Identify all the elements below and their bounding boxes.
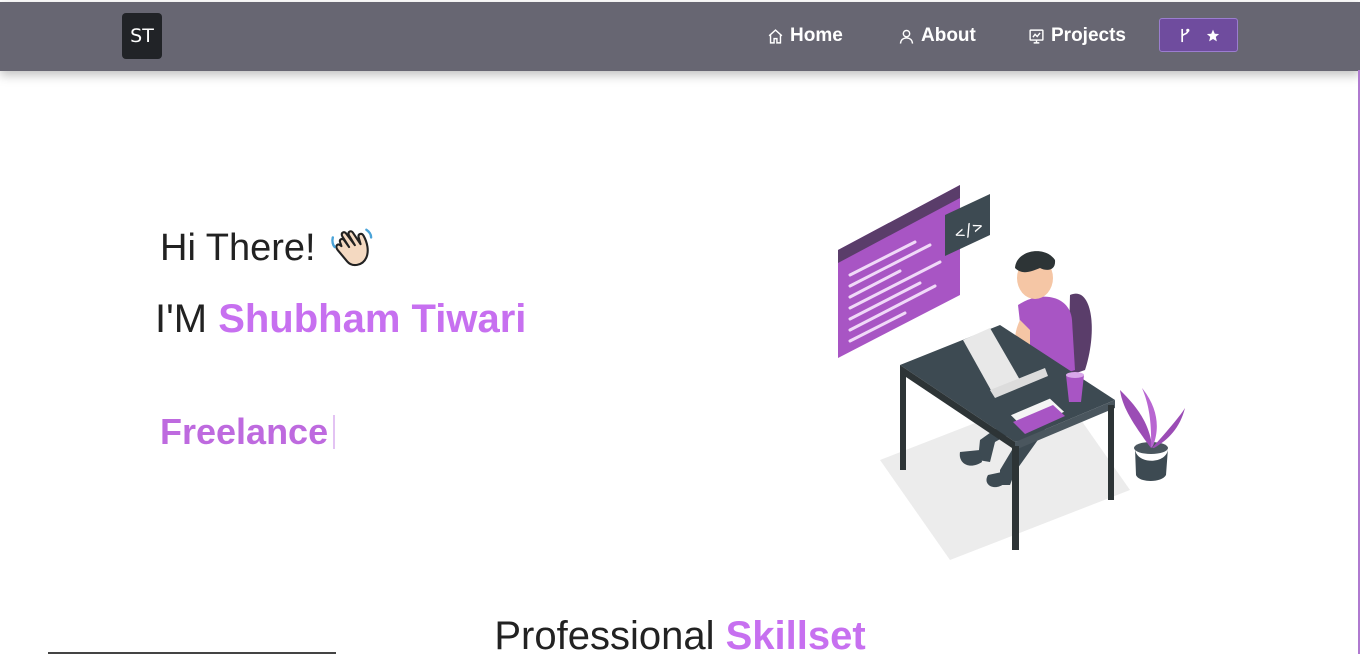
nav-projects-label: Projects (1051, 25, 1126, 46)
star-icon (1206, 29, 1219, 41)
name-highlight: Shubham Tiwari (218, 297, 527, 341)
greeting-text: Hi There! (160, 226, 316, 269)
developer-illustration: </> (838, 185, 1185, 560)
hero-greeting: Hi There! (160, 225, 374, 271)
nav-about[interactable]: About (898, 22, 976, 50)
nav-home[interactable]: Home (767, 22, 843, 50)
github-star-button[interactable] (1159, 18, 1238, 52)
git-fork-icon (1180, 28, 1189, 42)
skillset-title-accent: Skillset (725, 614, 866, 654)
typing-cursor (333, 415, 336, 449)
nav-projects[interactable]: Projects (1028, 22, 1126, 50)
skillset-title-prefix: Professional (494, 614, 726, 654)
typed-role: Freelance (160, 411, 329, 452)
waving-hand-icon (330, 228, 372, 267)
user-icon (899, 29, 914, 44)
hero-name: I'M Shubham Tiwari (155, 297, 526, 342)
projects-icon (1029, 28, 1044, 44)
nav-about-label: About (921, 25, 976, 46)
logo[interactable]: ST (122, 13, 162, 59)
name-prefix: I'M (155, 297, 219, 341)
navbar: ST Home About Projects (0, 2, 1360, 71)
skillset-title: Professional Skillset (0, 614, 1360, 654)
home-icon (768, 28, 783, 44)
nav-home-label: Home (790, 25, 843, 46)
typewriter-text: Freelance (160, 411, 336, 453)
